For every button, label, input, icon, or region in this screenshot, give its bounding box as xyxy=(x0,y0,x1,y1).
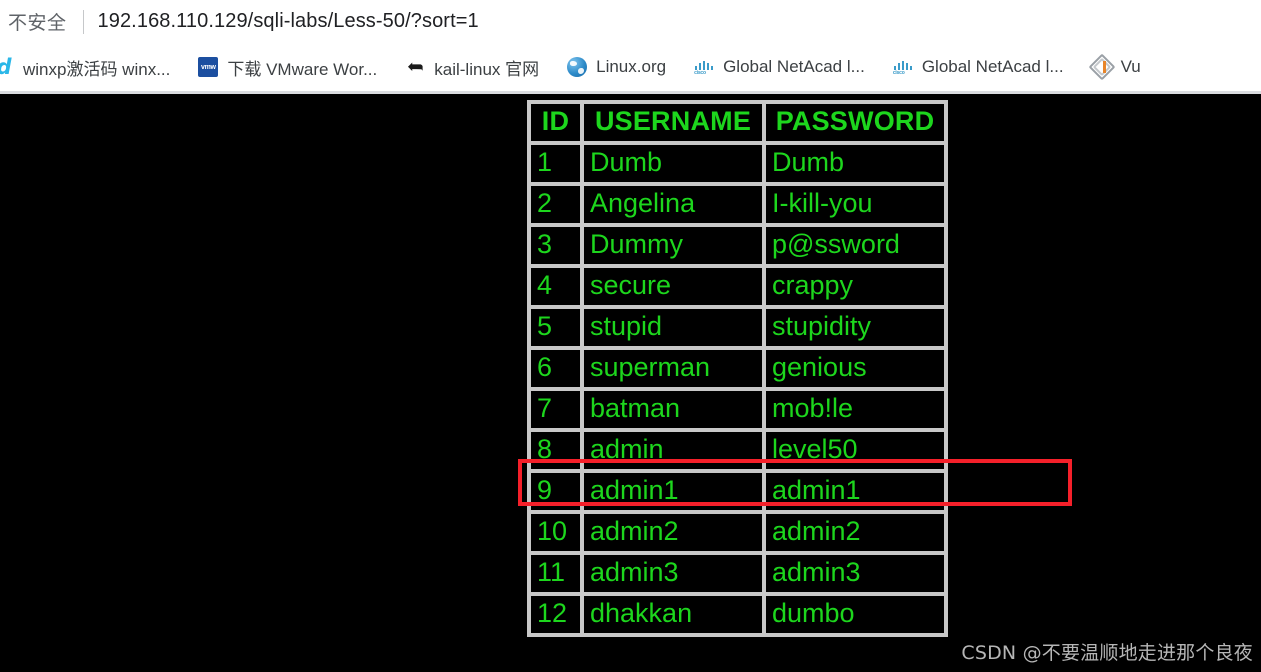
table-row: 2 Angelina I-kill-you xyxy=(529,184,946,225)
baidu-icon: d xyxy=(0,56,14,77)
globe-icon xyxy=(567,57,588,77)
url-separator xyxy=(82,9,84,34)
cell-username: admin xyxy=(582,430,764,471)
bookmark-label: Linux.org xyxy=(596,57,667,76)
table-row: 9 admin1 admin1 xyxy=(529,471,946,512)
cell-password: dumbo xyxy=(764,594,946,635)
cell-username: Dumb xyxy=(582,143,764,184)
cell-username: superman xyxy=(582,348,764,389)
csdn-watermark: CSDN @不要温顺地走进那个良夜 xyxy=(961,642,1253,664)
bookmark-linux-org[interactable]: Linux.org xyxy=(561,51,672,83)
cell-id: 7 xyxy=(529,389,582,430)
cell-password: genious xyxy=(764,348,946,389)
bookmark-label: kail-linux 官网 xyxy=(434,59,540,79)
bookmark-label: winxp激活码 winx... xyxy=(23,59,171,79)
column-header-password: PASSWORD xyxy=(764,102,946,143)
security-status-indicator[interactable]: 不安全 xyxy=(0,0,67,43)
cell-username: secure xyxy=(582,266,764,307)
table-row: 4 secure crappy xyxy=(529,266,946,307)
table-row: 11 admin3 admin3 xyxy=(529,553,946,594)
table-row: 12 dhakkan dumbo xyxy=(529,594,946,635)
bookmark-winxp[interactable]: d winxp激活码 winx... xyxy=(0,51,176,83)
cell-username: admin3 xyxy=(582,553,764,594)
table-head: ID USERNAME PASSWORD xyxy=(529,102,946,143)
bookmark-label: Global NetAcad l... xyxy=(921,57,1064,76)
bookmark-kali-linux[interactable]: ➦ kail-linux 官网 xyxy=(399,51,545,83)
vulnhub-diamond-icon xyxy=(1088,53,1115,81)
cell-id: 9 xyxy=(529,471,582,512)
page-body: ID USERNAME PASSWORD 1 Dumb Dumb 2 Angelina I… xyxy=(0,94,1261,672)
table-header-row: ID USERNAME PASSWORD xyxy=(529,102,946,143)
cell-password: admin3 xyxy=(764,553,946,594)
cell-password: admin2 xyxy=(764,512,946,553)
cell-id: 12 xyxy=(529,594,582,635)
cell-id: 1 xyxy=(529,143,582,184)
bookmark-label: Global NetAcad l... xyxy=(723,57,865,76)
vmware-icon: vmw xyxy=(198,57,219,77)
cell-username: stupid xyxy=(582,307,764,348)
cell-password: I-kill-you xyxy=(764,184,946,225)
bookmark-vmware[interactable]: vmw 下载 VMware Wor... xyxy=(192,51,383,83)
cell-password: Dumb xyxy=(764,143,946,184)
bookmark-label: 下载 VMware Wor... xyxy=(227,59,378,79)
cell-password: mob!le xyxy=(764,389,946,430)
cisco-icon: cisco xyxy=(694,57,714,77)
security-status-label: 不安全 xyxy=(8,13,67,34)
column-header-id: ID xyxy=(529,102,582,143)
table-row: 3 Dummy p@ssword xyxy=(529,225,946,266)
column-header-username: USERNAME xyxy=(582,102,764,143)
cell-id: 11 xyxy=(529,553,582,594)
table-row: 5 stupid stupidity xyxy=(529,307,946,348)
cell-password: crappy xyxy=(764,266,946,307)
cell-id: 3 xyxy=(529,225,582,266)
cell-password: stupidity xyxy=(764,307,946,348)
cell-password: p@ssword xyxy=(764,225,946,266)
cell-id: 5 xyxy=(529,307,582,348)
bookmark-netacad-2[interactable]: cisco Global NetAcad l... xyxy=(887,51,1070,83)
cisco-icon: cisco xyxy=(893,57,913,77)
cell-username: Angelina xyxy=(582,184,764,225)
bookmark-netacad-1[interactable]: cisco Global NetAcad l... xyxy=(688,51,871,83)
bookmark-label: Vu xyxy=(1120,57,1141,76)
cell-id: 2 xyxy=(529,184,582,225)
cell-username: admin1 xyxy=(582,471,764,512)
table-row: 1 Dumb Dumb xyxy=(529,143,946,184)
bookmark-vulnhub[interactable]: Vu xyxy=(1086,51,1147,83)
cell-id: 8 xyxy=(529,430,582,471)
cell-username: Dummy xyxy=(582,225,764,266)
cell-id: 10 xyxy=(529,512,582,553)
cell-password: admin1 xyxy=(764,471,946,512)
table-body: 1 Dumb Dumb 2 Angelina I-kill-you 3 Dummy p@sswo… xyxy=(529,143,946,635)
sqli-results-table: ID USERNAME PASSWORD 1 Dumb Dumb 2 Angelina I… xyxy=(527,100,948,637)
table-row: 6 superman genious xyxy=(529,348,946,389)
cell-password: level50 xyxy=(764,430,946,471)
address-bar[interactable]: 不安全 192.168.110.129/sqli-labs/Less-50/?s… xyxy=(0,0,1261,43)
cell-username: admin2 xyxy=(582,512,764,553)
url-text[interactable]: 192.168.110.129/sqli-labs/Less-50/?sort=… xyxy=(98,10,479,33)
bookmarks-bar: d winxp激活码 winx... vmw 下载 VMware Wor... … xyxy=(0,43,1261,91)
cell-id: 6 xyxy=(529,348,582,389)
table-row: 10 admin2 admin2 xyxy=(529,512,946,553)
table-row: 8 admin level50 xyxy=(529,430,946,471)
cell-username: batman xyxy=(582,389,764,430)
browser-chrome: 不安全 192.168.110.129/sqli-labs/Less-50/?s… xyxy=(0,0,1261,94)
kali-dragon-icon: ➦ xyxy=(406,56,424,78)
cell-id: 4 xyxy=(529,266,582,307)
table-row: 7 batman mob!le xyxy=(529,389,946,430)
cell-username: dhakkan xyxy=(582,594,764,635)
